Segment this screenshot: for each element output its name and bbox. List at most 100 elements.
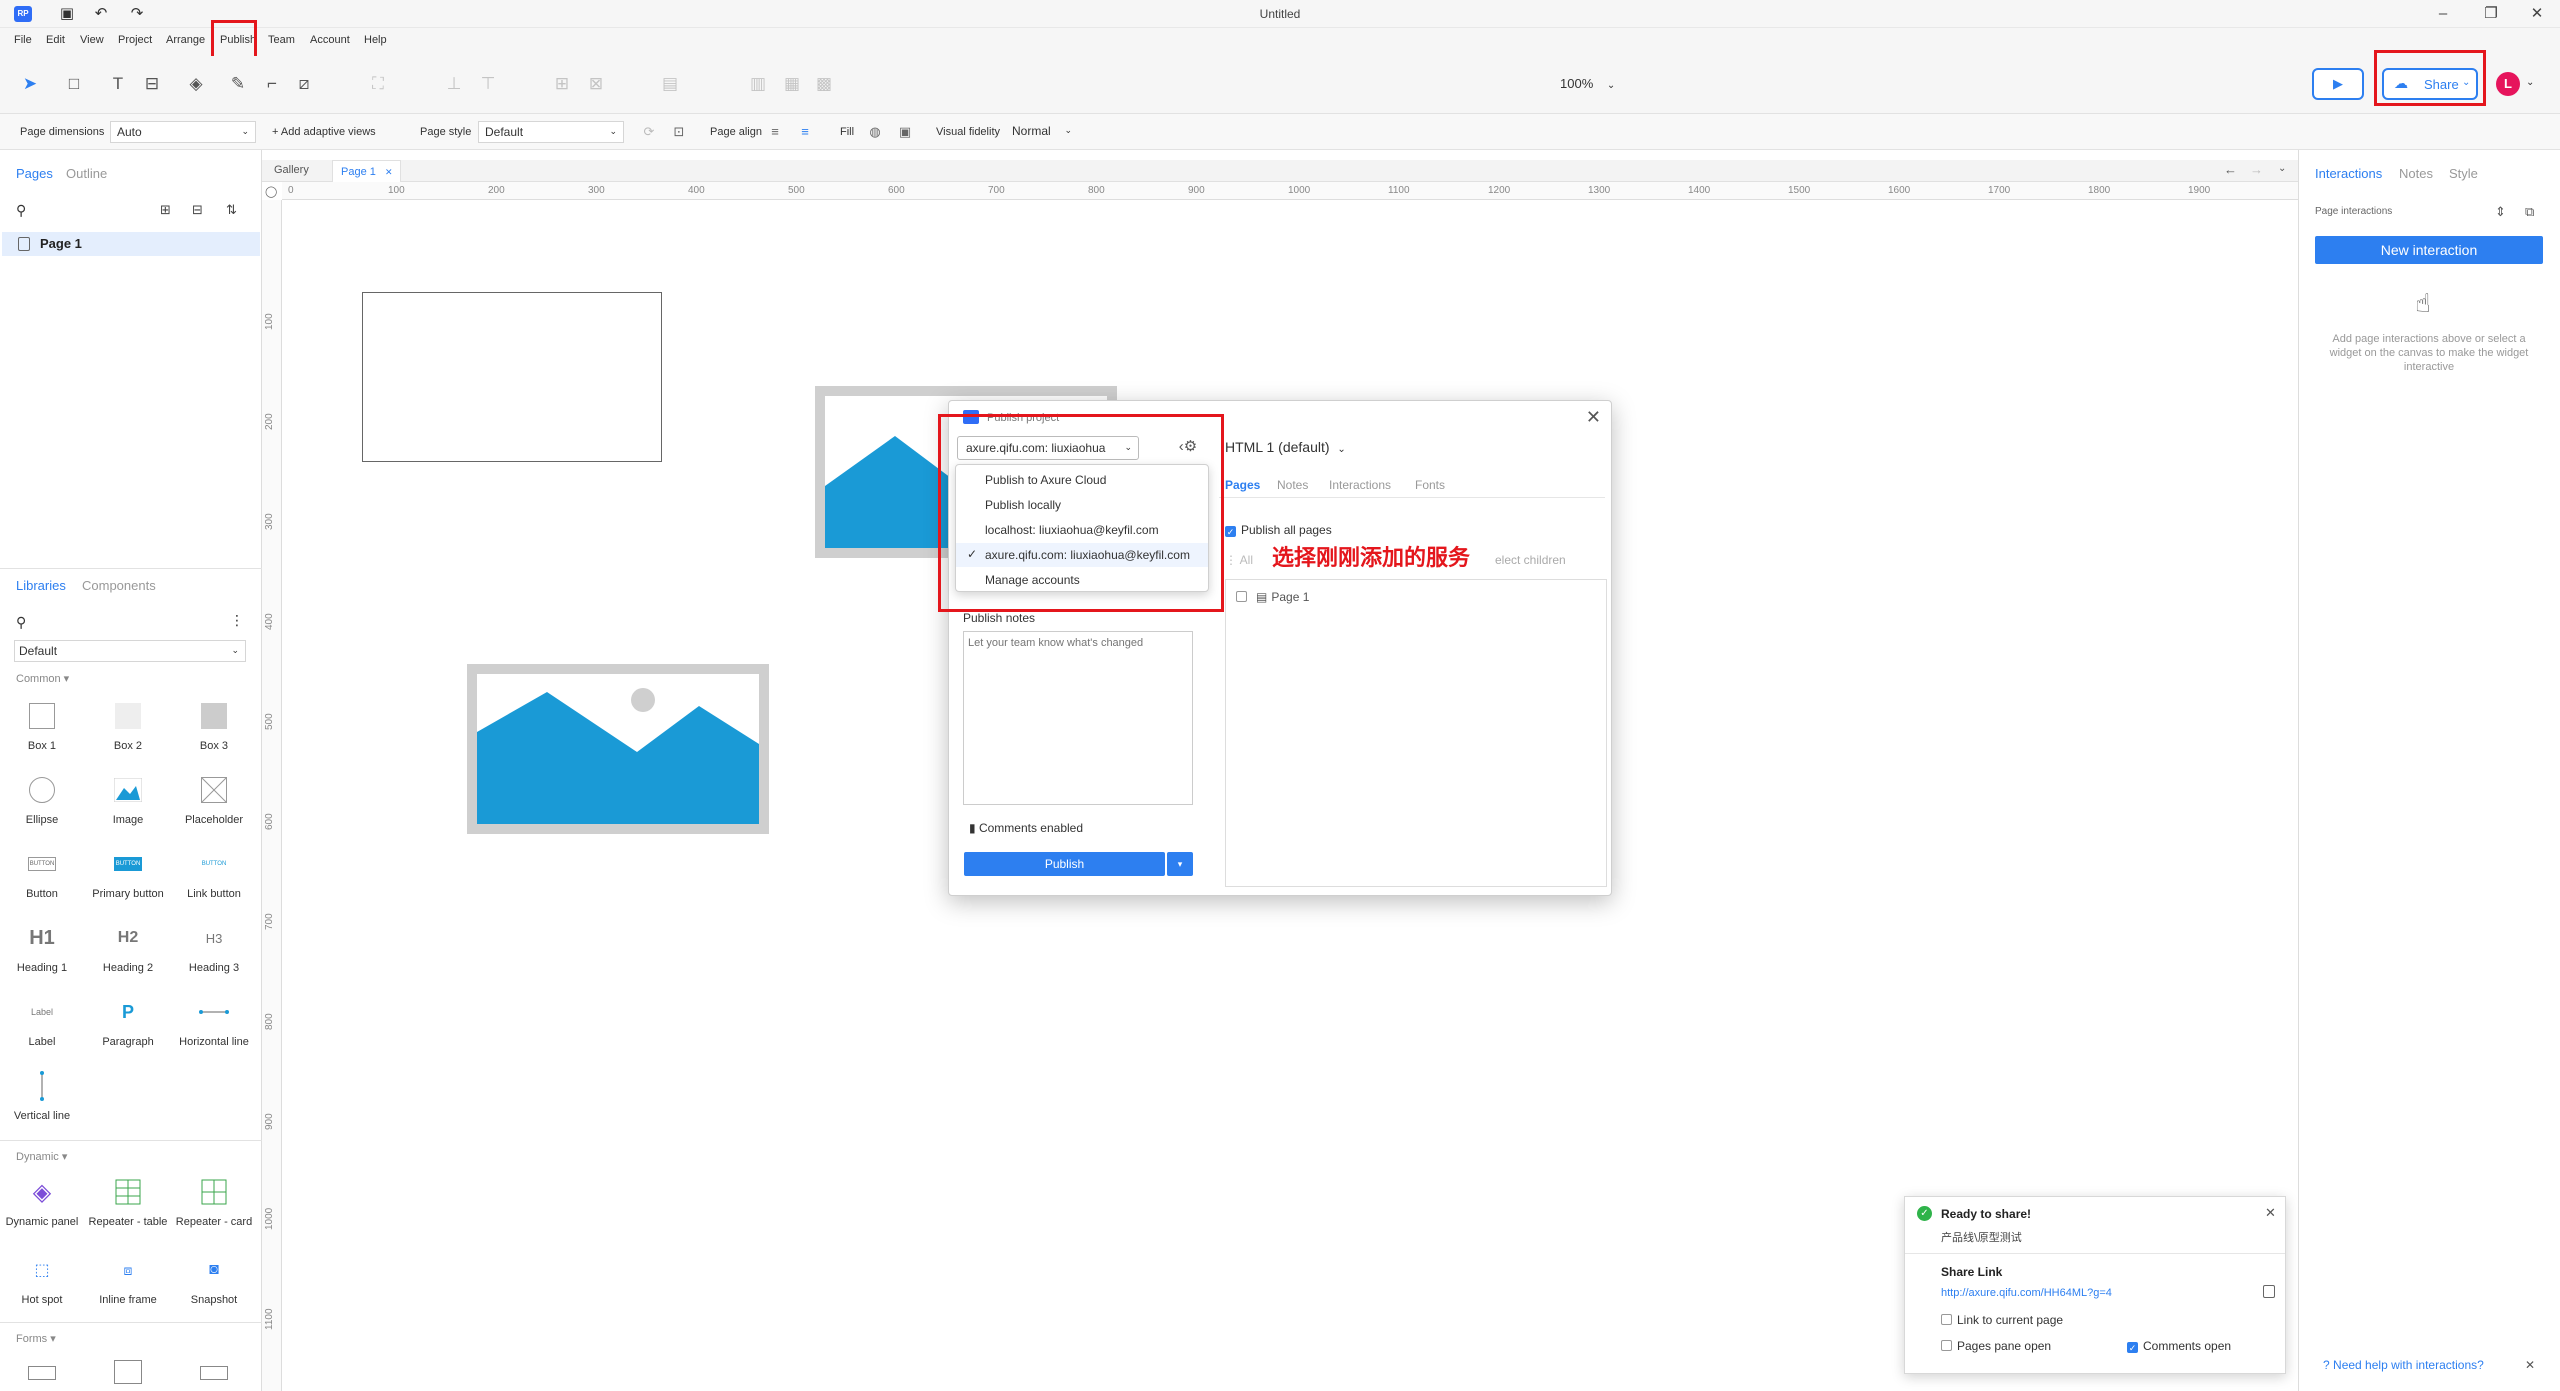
tab-components[interactable]: Components — [82, 578, 156, 593]
grid-icon[interactable]: ▩ — [812, 72, 836, 96]
tabs-chevron-down-icon[interactable]: ⌄ — [2278, 163, 2286, 174]
order-back-icon[interactable]: ▦ — [780, 72, 804, 96]
publish-button[interactable]: Publish — [964, 852, 1165, 876]
ungroup-icon[interactable]: ⊠ — [584, 72, 608, 96]
widget-heading-1[interactable]: H1 Heading 1 — [0, 922, 84, 992]
menu-account[interactable]: Account — [310, 34, 350, 46]
tab-gallery[interactable]: Gallery — [274, 164, 309, 176]
add-folder-icon[interactable]: ⊟ — [192, 202, 203, 218]
tab-notes[interactable]: Notes — [2399, 166, 2433, 181]
format-painter-icon[interactable]: ⌐ — [260, 72, 284, 96]
undo-icon[interactable]: ↶ — [92, 5, 110, 23]
save-icon[interactable]: ▣ — [58, 5, 76, 23]
widget-inline-frame[interactable]: ⧈ Inline frame — [86, 1254, 170, 1324]
pen-tool-icon[interactable]: ✎ — [226, 72, 250, 96]
menu-edit[interactable]: Edit — [46, 34, 65, 46]
droplist-widget-icon[interactable] — [200, 1366, 228, 1380]
menu-project[interactable]: Project — [118, 34, 152, 46]
align-top-icon[interactable]: ⊥ — [442, 72, 466, 96]
help-link[interactable]: ? Need help with interactions? — [2323, 1358, 2484, 1372]
comments-enabled-toggle[interactable]: ▮ Comments enabled — [969, 821, 1083, 835]
publish-options-chevron-icon[interactable]: ▾ — [1167, 852, 1193, 876]
select-tool-icon[interactable]: ➤ — [18, 72, 42, 96]
widget-button[interactable]: BUTTON Button — [0, 848, 84, 918]
open-external-icon[interactable]: ⧉ — [2525, 204, 2534, 220]
menu-file[interactable]: File — [14, 34, 32, 46]
page-style-manage-icon[interactable]: ⟳ — [640, 123, 658, 141]
all-checkbox-label[interactable]: ⋮ All — [1225, 553, 1253, 567]
widget-heading-2[interactable]: H2 Heading 2 — [86, 922, 170, 992]
widget-hot-spot[interactable]: ⬚ Hot spot — [0, 1254, 84, 1324]
align-left-icon[interactable]: ≡ — [766, 123, 784, 141]
crop-icon[interactable]: ⛶ — [366, 72, 390, 96]
html-config-select[interactable]: HTML 1 (default) ⌄ — [1225, 439, 1346, 455]
tab-style[interactable]: Style — [2449, 166, 2478, 181]
tab-outline[interactable]: Outline — [66, 166, 107, 181]
widget-horizontal-line[interactable]: Horizontal line — [172, 996, 256, 1066]
connector-tool-icon[interactable]: ⧄ — [292, 72, 316, 96]
group-icon[interactable]: ⊞ — [550, 72, 574, 96]
fill-color-icon[interactable]: ◍ — [866, 123, 884, 141]
select-children-label[interactable]: elect children — [1495, 553, 1566, 567]
widget-repeater-table[interactable]: Repeater - table — [86, 1176, 170, 1246]
widget-heading-3[interactable]: H3 Heading 3 — [172, 922, 256, 992]
share-link[interactable]: http://axure.qifu.com/HH64ML?g=4 — [1941, 1287, 2112, 1299]
section-common[interactable]: Common ▾ — [16, 672, 69, 685]
dialog-tab-pages[interactable]: Pages — [1225, 478, 1260, 492]
search-icon[interactable]: ⚲ — [16, 202, 26, 219]
add-page-icon[interactable]: ⊞ — [160, 202, 171, 218]
arrow-left-icon[interactable]: ← — [2224, 162, 2237, 177]
tab-interactions[interactable]: Interactions — [2315, 166, 2382, 181]
menu-team[interactable]: Team — [268, 34, 295, 46]
arrange-icon[interactable]: ▤ — [658, 72, 682, 96]
page-style-edit-icon[interactable]: ⊡ — [670, 123, 688, 141]
text-tool-icon[interactable]: T — [106, 72, 130, 96]
layers-tool-icon[interactable]: ◈ — [184, 72, 208, 96]
publish-notes-input[interactable] — [963, 631, 1193, 805]
fill-image-icon[interactable]: ▣ — [896, 123, 914, 141]
toast-close-icon[interactable]: ✕ — [2265, 1205, 2276, 1221]
dialog-tab-fonts[interactable]: Fonts — [1415, 478, 1445, 492]
visual-fidelity-select[interactable]: Normal ⌄ — [1006, 121, 1078, 143]
widget-vertical-line[interactable]: Vertical line — [0, 1070, 84, 1140]
widget-box-3[interactable]: Box 3 — [172, 700, 256, 770]
menu-view[interactable]: View — [80, 34, 104, 46]
tab-page-1[interactable]: Page 1 ✕ — [332, 160, 402, 182]
library-select[interactable]: Default ⌄ — [14, 640, 246, 662]
widget-box-2[interactable]: Box 2 — [86, 700, 170, 770]
add-adaptive-views-button[interactable]: + Add adaptive views — [272, 126, 376, 138]
page-style-select[interactable]: Default ⌄ — [478, 121, 624, 143]
comments-open-checkbox[interactable]: ✓ Comments open — [2127, 1339, 2231, 1353]
widget-image[interactable]: Image — [86, 774, 170, 844]
avatar-chevron-icon[interactable]: ⌄ — [2526, 77, 2534, 88]
widget-dynamic-panel[interactable]: ◈ Dynamic panel — [0, 1176, 84, 1246]
dialog-tab-interactions[interactable]: Interactions — [1329, 478, 1391, 492]
canvas-box-widget[interactable] — [362, 292, 662, 462]
menu-help[interactable]: Help — [364, 34, 387, 46]
widget-placeholder[interactable]: Placeholder — [172, 774, 256, 844]
tab-close-icon[interactable]: ✕ — [385, 167, 393, 177]
sort-icon[interactable]: ⇅ — [226, 202, 237, 218]
widget-box-1[interactable]: Box 1 — [0, 700, 84, 770]
dialog-tab-notes[interactable]: Notes — [1277, 478, 1308, 492]
widget-paragraph[interactable]: P Paragraph — [86, 996, 170, 1066]
widget-label[interactable]: Label Label — [0, 996, 84, 1066]
publish-all-pages-checkbox[interactable]: ✓ Publish all pages — [1225, 523, 1332, 537]
page-dimensions-select[interactable]: Auto ⌄ — [110, 121, 256, 143]
widget-link-button[interactable]: BUTTON Link button — [172, 848, 256, 918]
arrow-right-icon[interactable]: → — [2250, 162, 2263, 177]
section-forms[interactable]: Forms ▾ — [16, 1332, 56, 1345]
widget-snapshot[interactable]: ◙ Snapshot — [172, 1254, 256, 1324]
text-field-widget-icon[interactable] — [28, 1366, 56, 1380]
pages-pane-open-checkbox[interactable]: Pages pane open — [1941, 1339, 2051, 1353]
more-options-icon[interactable]: ⋮ — [230, 612, 244, 629]
preview-button[interactable]: ▶ — [2312, 68, 2364, 100]
menu-arrange[interactable]: Arrange — [166, 34, 205, 46]
link-to-current-page-checkbox[interactable]: Link to current page — [1941, 1313, 2063, 1327]
redo-icon[interactable]: ↷ — [128, 5, 146, 23]
distribute-icon[interactable]: ⊤ — [476, 72, 500, 96]
shape-tool-icon[interactable]: □ — [62, 72, 86, 96]
avatar[interactable]: L — [2496, 72, 2520, 96]
new-interaction-button[interactable]: New interaction — [2315, 236, 2543, 264]
section-dynamic[interactable]: Dynamic ▾ — [16, 1150, 67, 1163]
